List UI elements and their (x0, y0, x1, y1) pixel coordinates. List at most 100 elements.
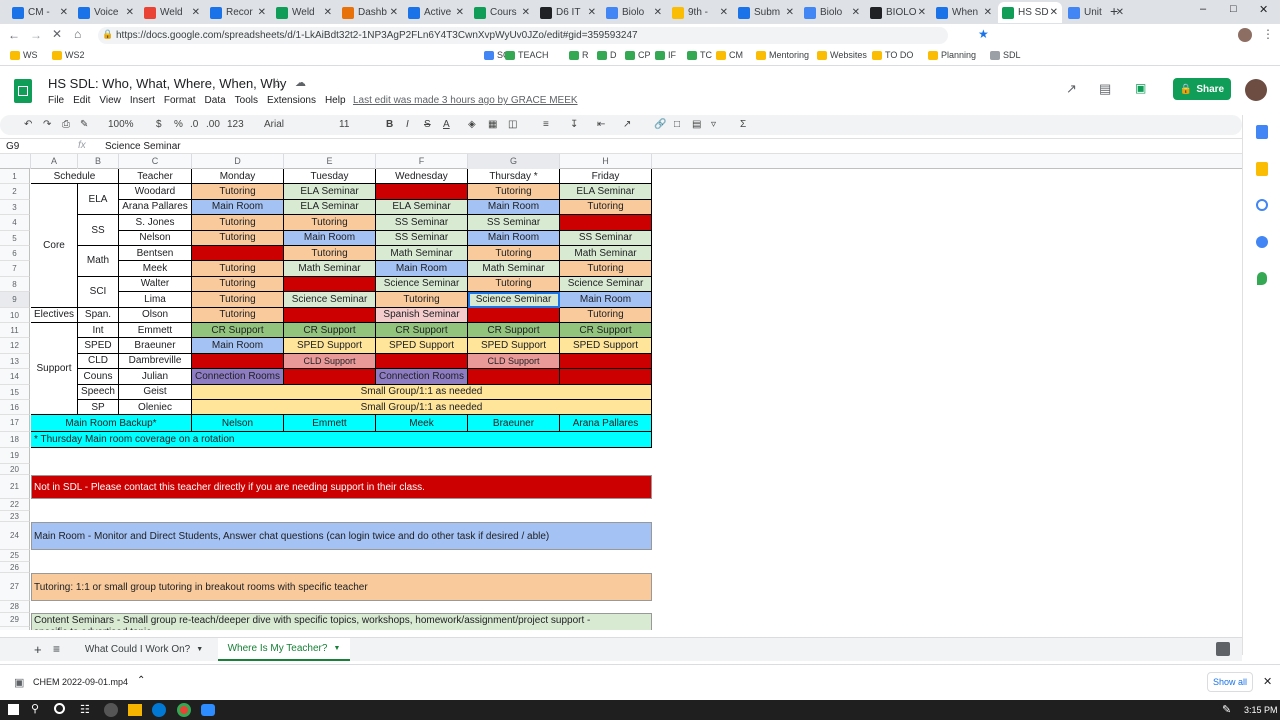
bookmark-item[interactable]: WS (10, 50, 38, 60)
subject-sci[interactable]: SCI (78, 276, 119, 308)
schedule-cell[interactable]: Tutoring (284, 246, 376, 262)
column-header-g[interactable]: G (468, 154, 560, 169)
zoom-select[interactable]: 100% (108, 119, 134, 130)
schedule-cell[interactable]: CLD Support (468, 353, 560, 370)
column-header-b[interactable]: B (78, 154, 119, 169)
row-header[interactable]: 23 (0, 510, 30, 523)
schedule-cell[interactable]: Connection Rooms (192, 369, 284, 385)
row-header[interactable]: 25 (0, 550, 30, 562)
schedule-cell[interactable]: CR Support (376, 323, 468, 339)
schedule-cell[interactable] (284, 369, 376, 385)
bookmark-item[interactable]: D (597, 50, 617, 60)
teacher-name[interactable]: Arana Pallares (119, 199, 192, 216)
row-header[interactable]: 8 (0, 276, 30, 293)
borders-icon[interactable]: ▦ (488, 119, 497, 130)
schedule-cell[interactable]: Spanish Seminar (376, 307, 468, 323)
browser-tab[interactable]: Voice ✕ (74, 2, 138, 23)
redo-icon[interactable]: ↷ (43, 119, 51, 130)
header-monday[interactable]: Monday (192, 169, 284, 185)
teacher-name[interactable]: Lima (119, 292, 192, 308)
cortana-icon[interactable] (54, 703, 65, 714)
row-header[interactable]: 27 (0, 573, 30, 602)
schedule-cell[interactable]: Math Seminar (376, 246, 468, 262)
horizontal-align-icon[interactable]: ≡ (543, 119, 549, 130)
bookmark-item[interactable]: Websites (817, 50, 867, 60)
backup-teacher[interactable]: Braeuner (468, 415, 560, 432)
teacher-name[interactable]: Braeuner (119, 338, 192, 354)
increase-decimal-button[interactable]: .00 (206, 119, 220, 130)
schedule-cell[interactable] (560, 215, 652, 231)
all-sheets-icon[interactable]: ≡ (53, 642, 60, 656)
chrome-icon[interactable] (177, 703, 191, 717)
profile-avatar[interactable] (1238, 28, 1252, 42)
browser-tab[interactable]: HS SD ✕ (998, 2, 1062, 23)
schedule-cell[interactable]: Math Seminar (284, 261, 376, 277)
schedule-cell[interactable]: Tutoring (468, 276, 560, 293)
row-header[interactable]: 28 (0, 601, 30, 613)
row-header[interactable]: 7 (0, 261, 30, 277)
row-header[interactable]: 30 (0, 627, 30, 630)
header-friday[interactable]: Friday (560, 169, 652, 185)
schedule-cell[interactable]: Tutoring (192, 215, 284, 231)
forward-icon[interactable]: → (30, 28, 42, 42)
bookmark-item[interactable]: Planning (928, 50, 976, 60)
last-edit-link[interactable]: Last edit was made 3 hours ago by GRACE … (353, 95, 578, 106)
activity-icon[interactable]: ↗ (1066, 81, 1077, 97)
teacher-name[interactable]: Oleniec (119, 400, 192, 416)
browser-tab[interactable]: Recor ✕ (206, 2, 270, 23)
insert-chart-icon[interactable]: ▤ (692, 119, 701, 130)
print-icon[interactable]: ⎙ (62, 119, 70, 130)
bold-button[interactable]: B (386, 119, 393, 130)
backup-teacher[interactable]: Emmett (284, 415, 376, 432)
schedule-cell[interactable]: Science Seminar (468, 292, 560, 308)
pen-icon[interactable]: ✎ (1222, 703, 1231, 716)
column-header-d[interactable]: D (192, 154, 284, 169)
schedule-cell[interactable]: CR Support (468, 323, 560, 339)
column-header-f[interactable]: F (376, 154, 468, 169)
subject-cld[interactable]: CLD (78, 353, 119, 370)
row-header[interactable]: 19 (0, 448, 30, 464)
subject-sp[interactable]: SP (78, 400, 119, 416)
paint-format-icon[interactable]: ✎ (80, 119, 88, 130)
schedule-cell[interactable] (468, 307, 560, 323)
browser-tab[interactable]: CM - ✕ (8, 2, 72, 23)
bookmark-item[interactable]: Mentoring (756, 50, 809, 60)
schedule-cell[interactable] (192, 353, 284, 370)
teacher-name[interactable]: Bentsen (119, 246, 192, 262)
home-icon[interactable]: ⌂ (74, 27, 81, 41)
keep-icon[interactable] (1256, 162, 1268, 176)
more-formats-button[interactable]: 123 (227, 119, 244, 130)
schedule-cell[interactable]: Main Room (560, 292, 652, 308)
menu-help[interactable]: Help (325, 95, 346, 106)
thursday-note[interactable]: * Thursday Main room coverage on a rotat… (31, 431, 652, 449)
subject-couns[interactable]: Couns (78, 369, 119, 385)
close-tab-icon[interactable]: ✕ (390, 7, 398, 18)
legend-not-in-sdl[interactable]: Not in SDL - Please contact this teacher… (31, 475, 652, 500)
show-all-button[interactable]: Show all (1207, 672, 1253, 692)
subject-ela[interactable]: ELA (78, 184, 119, 216)
url-field[interactable]: https://docs.google.com/spreadsheets/d/1… (98, 27, 948, 44)
schedule-cell[interactable]: Math Seminar (560, 246, 652, 262)
download-file-name[interactable]: CHEM 2022-09-01.mp4 (33, 677, 128, 687)
menu-edit[interactable]: Edit (73, 95, 90, 106)
schedule-cell[interactable]: SPED Support (376, 338, 468, 354)
menu-extensions[interactable]: Extensions (267, 95, 316, 106)
file-explorer-icon[interactable] (128, 704, 142, 716)
schedule-cell[interactable]: Tutoring (192, 230, 284, 246)
insert-link-icon[interactable]: 🔗 (654, 119, 666, 130)
menu-format[interactable]: Format (164, 95, 196, 106)
browser-tab[interactable]: Subm ✕ (734, 2, 798, 23)
stop-loading-icon[interactable]: ✕ (52, 27, 62, 41)
teacher-name[interactable]: Geist (119, 384, 192, 400)
schedule-cell[interactable] (192, 246, 284, 262)
text-wrap-icon[interactable]: ⇤ (597, 119, 605, 130)
close-window-icon[interactable]: ✕ (1259, 3, 1268, 16)
close-tab-icon[interactable]: ✕ (852, 7, 860, 18)
row-header[interactable]: 9 (0, 292, 30, 308)
back-icon[interactable]: ← (8, 28, 20, 42)
text-color-button[interactable]: A (443, 119, 450, 130)
close-tab-icon[interactable]: ✕ (192, 7, 200, 18)
browser-tab[interactable]: Biolo ✕ (602, 2, 666, 23)
text-rotation-icon[interactable]: ↗ (623, 119, 631, 130)
comments-icon[interactable]: ▤ (1099, 81, 1111, 97)
